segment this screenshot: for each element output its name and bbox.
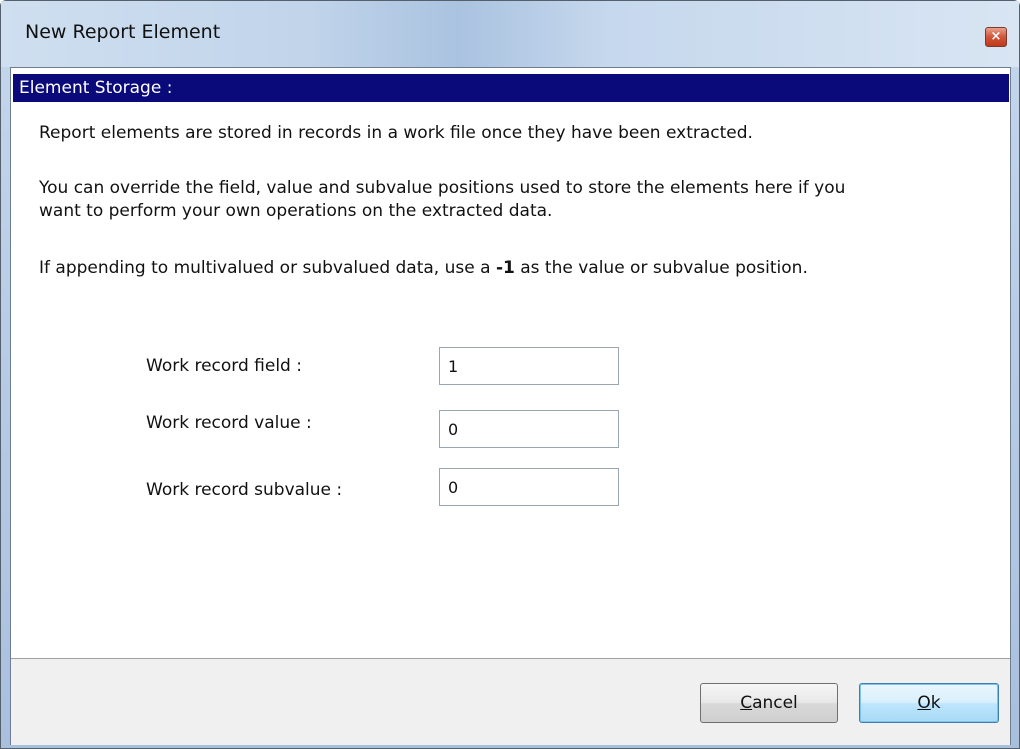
ok-button-mnemonic: O [917, 693, 931, 713]
work-record-value-label: Work record value : [146, 413, 312, 433]
work-record-field-label: Work record field : [146, 356, 302, 376]
info-paragraph-3-text-before: If appending to multivalued or subvalued… [39, 258, 496, 278]
cancel-button-label: ancel [752, 693, 798, 713]
section-header-label: Element Storage : [19, 78, 173, 98]
work-record-field-input[interactable] [439, 347, 619, 385]
work-record-value-input[interactable] [439, 410, 619, 448]
title-bar[interactable]: New Report Element × [1, 1, 1019, 67]
dialog-body [10, 67, 1011, 745]
close-icon: × [990, 29, 1002, 44]
close-button[interactable]: × [985, 27, 1007, 47]
cancel-button-mnemonic: C [740, 693, 753, 713]
info-paragraph-1: Report elements are stored in records in… [39, 123, 753, 143]
info-paragraph-3-bold-value: -1 [495, 258, 515, 278]
window-title: New Report Element [25, 21, 221, 43]
info-paragraph-2-line-2: want to perform your own operations on t… [39, 201, 553, 221]
ok-button[interactable]: Ok [859, 683, 999, 723]
dialog-window: New Report Element × Element Storage : R… [0, 0, 1020, 749]
work-record-subvalue-input[interactable] [439, 468, 619, 506]
work-record-subvalue-label: Work record subvalue : [146, 480, 343, 500]
info-paragraph-2-line-1: You can override the field, value and su… [39, 178, 846, 198]
info-paragraph-3-text-after: as the value or subvalue position. [514, 258, 808, 278]
section-header: Element Storage : [13, 74, 1009, 102]
info-paragraph-2: You can override the field, value and su… [39, 177, 979, 223]
ok-button-label: k [930, 693, 941, 713]
cancel-button[interactable]: Cancel [700, 683, 838, 723]
info-paragraph-3: If appending to multivalued or subvalued… [39, 257, 979, 280]
